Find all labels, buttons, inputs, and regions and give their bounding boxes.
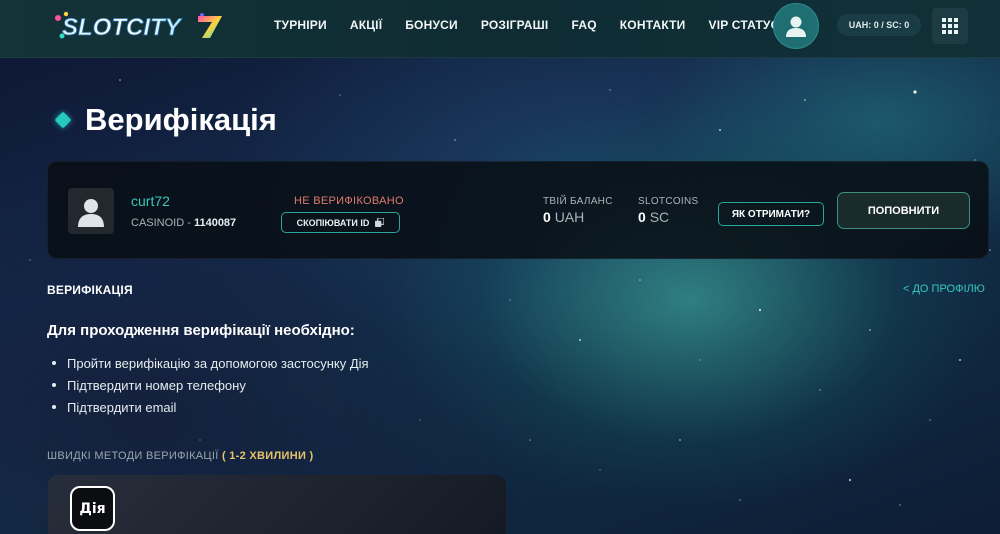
casino-id: CASINOID - 1140087 <box>131 217 236 229</box>
diia-method-card[interactable]: Дія <box>48 475 506 534</box>
casino-id-label: CASINOID - <box>131 217 194 229</box>
nav-tournaments[interactable]: ТУРНІРИ <box>274 18 327 32</box>
user-silhouette-icon <box>78 199 104 227</box>
quick-methods-label: ШВИДКІ МЕТОДИ ВЕРИФІКАЦІЇ <box>47 450 219 462</box>
username: curt72 <box>131 193 170 209</box>
list-item: Підтвердити email <box>52 396 369 418</box>
slotcoins-amount: 0 <box>638 209 646 225</box>
copy-id-label: СКОПІЮВАТИ ID <box>296 217 370 228</box>
nav-bonuses[interactable]: БОНУСИ <box>405 18 458 32</box>
main-nav: ТУРНІРИ АКЦІЇ БОНУСИ РОЗІГРАШІ FAQ КОНТА… <box>274 18 802 32</box>
balance-value: 0 UAH <box>543 209 584 225</box>
menu-grid-button[interactable] <box>932 8 968 44</box>
nav-giveaways[interactable]: РОЗІГРАШІ <box>481 18 549 32</box>
balance-amount: 0 <box>543 209 551 225</box>
list-item: Підтвердити номер телефону <box>52 374 369 396</box>
slotcoins-value: 0 SC <box>638 209 669 225</box>
user-avatar-icon <box>786 16 806 37</box>
diia-logo: Дія <box>70 486 115 531</box>
balance-currency: UAH <box>554 209 585 225</box>
slotcoins-label: SLOTCOINS <box>638 196 699 207</box>
avatar <box>68 188 114 234</box>
profile-avatar-button[interactable] <box>773 3 819 49</box>
nav-faq[interactable]: FAQ <box>571 18 596 32</box>
requirements-list: Пройти верифікацію за допомогою застосун… <box>52 352 369 418</box>
page-title: Верифікація <box>85 102 277 137</box>
copy-icon <box>375 218 385 227</box>
nav-promotions[interactable]: АКЦІЇ <box>350 18 382 32</box>
requirements-title: Для проходження верифікації необхідно: <box>47 322 355 339</box>
svg-text:SLOTCITY: SLOTCITY <box>62 14 183 41</box>
profile-summary-card: curt72 CASINOID - 1140087 НЕ ВЕРИФІКОВАН… <box>47 161 989 259</box>
quick-methods-title: ШВИДКІ МЕТОДИ ВЕРИФІКАЦІЇ ( 1-2 ХВИЛИНИ … <box>47 450 314 462</box>
list-item: Пройти верифікацію за допомогою застосун… <box>52 352 369 374</box>
copy-id-button[interactable]: СКОПІЮВАТИ ID <box>281 212 400 233</box>
diamond-icon <box>54 111 72 129</box>
grid-menu-icon <box>942 18 958 34</box>
header-balance[interactable]: UAH: 0 / SC: 0 <box>837 14 921 36</box>
slotcoins-currency: SC <box>649 209 670 225</box>
quick-methods-time: ( 1-2 ХВИЛИНИ ) <box>221 450 314 462</box>
top-navigation-bar: SLOTCITY ТУРНІРИ АКЦІЇ БОНУСИ РОЗІГРАШІ … <box>0 0 1000 58</box>
verification-status-badge: НЕ ВЕРИФІКОВАНО <box>294 195 404 207</box>
back-to-profile-link[interactable]: < ДО ПРОФІЛЮ <box>903 283 985 295</box>
top-up-button[interactable]: ПОПОВНИТИ <box>837 192 970 229</box>
balance-label: ТВІЙ БАЛАНС <box>543 196 613 207</box>
slotcity-logo[interactable]: SLOTCITY <box>52 8 232 44</box>
verification-section-title: ВЕРИФІКАЦІЯ <box>47 283 133 297</box>
page-title-block: Верифікація <box>54 102 277 138</box>
nav-contacts[interactable]: КОНТАКТИ <box>620 18 686 32</box>
nav-vip-status[interactable]: VIP СТАТУС <box>709 18 780 32</box>
how-to-get-button[interactable]: ЯК ОТРИМАТИ? <box>718 202 824 226</box>
casino-id-value: 1140087 <box>193 217 237 229</box>
